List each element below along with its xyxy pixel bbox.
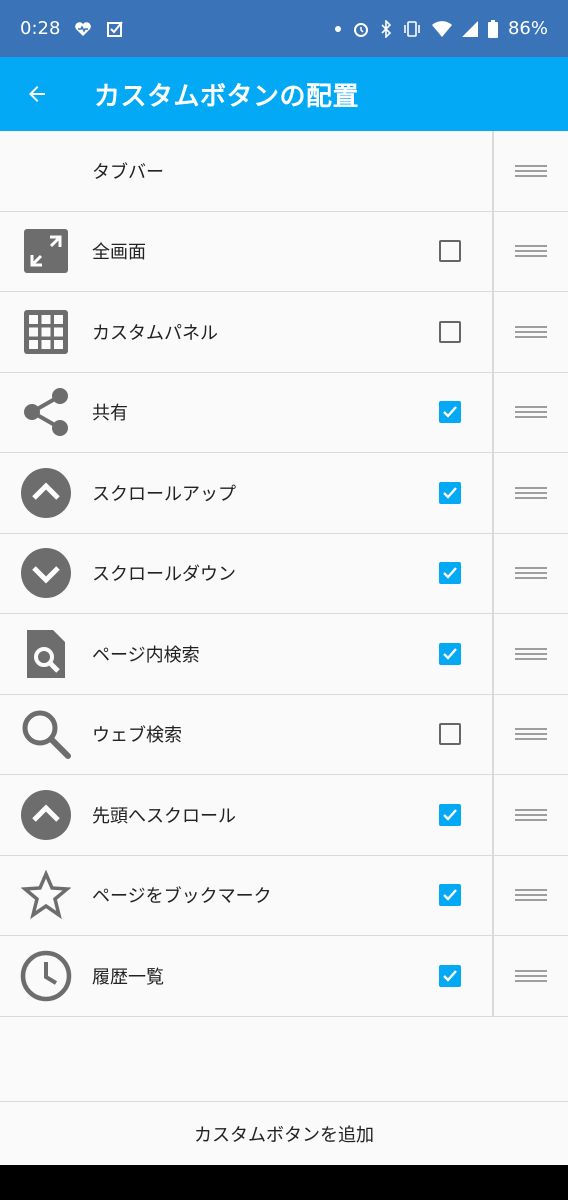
drag-handle[interactable] [494, 292, 568, 372]
drag-handle[interactable] [494, 775, 568, 855]
drag-handle-icon [515, 484, 547, 502]
drag-handle-icon [515, 564, 547, 582]
list-item-bookmark-page[interactable]: ページをブックマーク [0, 855, 568, 936]
checkbox[interactable] [439, 481, 461, 504]
bluetooth-icon [380, 19, 392, 38]
battery-icon [487, 19, 498, 38]
drag-handle-icon [515, 323, 547, 341]
scroll-top-icon [21, 789, 71, 840]
list-item-custom-panel[interactable]: カスタムパネル [0, 292, 568, 373]
check-icon [443, 406, 457, 418]
list-item-web-search[interactable]: ウェブ検索 [0, 694, 568, 775]
checkbox[interactable] [439, 320, 461, 343]
app-bar: カスタムボタンの配置 [0, 57, 568, 131]
checkbox[interactable] [439, 884, 461, 907]
drag-handle[interactable] [494, 372, 568, 452]
drag-handle[interactable] [494, 533, 568, 613]
list-item-label: 全画面 [92, 242, 146, 264]
grid-icon [24, 309, 68, 354]
list-item-label: カスタムパネル [92, 322, 218, 344]
list-item-find-in-page[interactable]: ページ内検索 [0, 614, 568, 695]
find-in-page-icon [27, 629, 65, 678]
custom-button-list: タブバー 全画面 カスタムパネル 共有 スクロールアップ スクロールダウン ペー… [0, 131, 568, 1017]
health-icon [74, 21, 92, 37]
scroll-down-icon [21, 548, 71, 599]
drag-handle[interactable] [494, 936, 568, 1016]
drag-handle[interactable] [494, 694, 568, 774]
checkbox[interactable] [439, 240, 461, 263]
list-item-share[interactable]: 共有 [0, 372, 568, 453]
task-check-icon [106, 20, 124, 38]
search-icon [22, 710, 71, 760]
status-time: 0:28 [20, 18, 61, 39]
fullscreen-icon [24, 229, 68, 274]
list-item-label: ページ内検索 [92, 644, 200, 666]
check-icon [443, 969, 457, 982]
list-item-history[interactable]: 履歴一覧 [0, 936, 568, 1017]
list-item-label: スクロールダウン [92, 564, 236, 586]
drag-handle[interactable] [494, 211, 568, 291]
list-item-label: スクロールアップ [92, 483, 236, 505]
list-item-label: 先頭へスクロール [92, 805, 236, 827]
drag-handle[interactable] [494, 855, 568, 935]
wifi-icon [431, 20, 452, 37]
battery-percent: 86% [507, 18, 548, 39]
drag-handle-icon [515, 886, 547, 904]
alarm-icon [352, 20, 370, 38]
list-item-label: 履歴一覧 [92, 966, 164, 988]
drag-handle-icon [515, 162, 547, 180]
checkbox[interactable] [439, 401, 461, 424]
check-icon [443, 889, 457, 901]
arrow-back-icon [29, 86, 45, 102]
status-bar: 0:28 86% [0, 0, 568, 57]
list-item-label: ページをブックマーク [92, 886, 272, 908]
list-item-scroll-up[interactable]: スクロールアップ [0, 453, 568, 534]
vibrate-icon [402, 20, 422, 37]
signal-icon [461, 20, 478, 37]
clock-icon [20, 950, 72, 1001]
check-icon [443, 647, 457, 660]
check-icon [443, 808, 457, 821]
drag-handle[interactable] [494, 131, 568, 211]
checkbox[interactable] [439, 803, 461, 826]
checkbox[interactable] [439, 964, 461, 987]
checkbox[interactable] [439, 723, 461, 746]
list-item-tab-bar[interactable]: タブバー [0, 131, 568, 212]
drag-handle[interactable] [494, 453, 568, 533]
drag-handle-icon [515, 725, 547, 743]
check-icon [443, 567, 457, 579]
list-item-label: ウェブ検索 [92, 725, 182, 747]
checkbox[interactable] [439, 642, 461, 665]
list-item-label: タブバー [92, 161, 164, 183]
list-item-label: 共有 [92, 403, 128, 425]
add-custom-button[interactable]: カスタムボタンを追加 [0, 1101, 568, 1165]
page-title: カスタムボタンの配置 [94, 81, 360, 112]
drag-handle-icon [515, 403, 547, 421]
drag-handle-icon [515, 242, 547, 260]
drag-handle-icon [515, 645, 547, 663]
drag-handle[interactable] [494, 614, 568, 694]
list-item-scroll-to-top[interactable]: 先頭へスクロール [0, 775, 568, 856]
list-item-fullscreen[interactable]: 全画面 [0, 211, 568, 292]
scroll-up-icon [21, 467, 71, 518]
checkbox[interactable] [439, 562, 461, 585]
notification-dot-icon [334, 25, 342, 33]
share-icon [24, 388, 68, 437]
check-icon [443, 486, 457, 499]
list-item-scroll-down[interactable]: スクロールダウン [0, 533, 568, 614]
drag-handle-icon [515, 806, 547, 824]
star-icon [21, 870, 71, 920]
back-button[interactable] [0, 57, 74, 131]
navigation-bar [0, 1165, 568, 1200]
drag-handle-icon [515, 967, 547, 985]
